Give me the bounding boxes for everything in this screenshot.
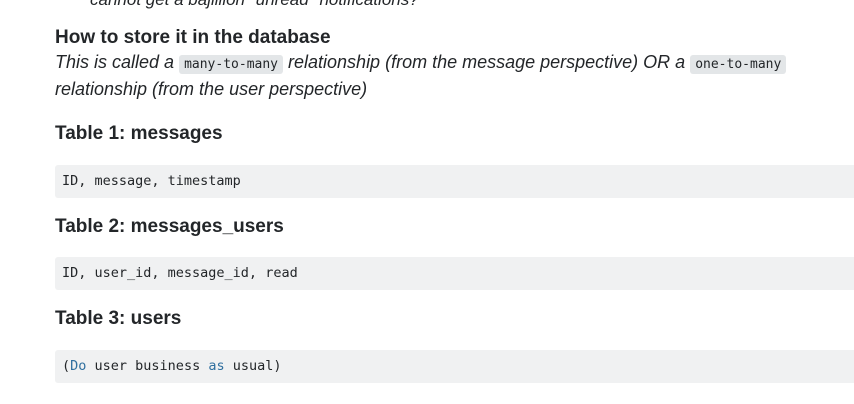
- inline-code-one-to-many: one-to-many: [690, 55, 787, 74]
- truncated-text-line: cannot get a bajillion "unread" notifica…: [90, 0, 419, 10]
- table3-heading: Table 3: users: [55, 308, 182, 329]
- code-end: usual): [224, 358, 282, 374]
- intro-paragraph: This is called a many-to-many relationsh…: [55, 50, 854, 101]
- storage-heading: How to store it in the database: [55, 27, 331, 48]
- code-keyword-as: as: [208, 358, 225, 374]
- storage-section: How to store it in the database This is …: [55, 26, 854, 101]
- table2-code-block: ID, user_id, message_id, read: [55, 257, 854, 290]
- intro-middle: relationship (from the message perspecti…: [288, 52, 686, 72]
- table1-code-block: ID, message, timestamp: [55, 165, 854, 198]
- intro-tail: relationship (from the user perspective): [55, 79, 368, 99]
- code-paren-open: (: [62, 358, 71, 374]
- table3-code-block: (Do user business as usual): [55, 350, 854, 383]
- table2-heading: Table 2: messages_users: [55, 216, 284, 237]
- code-keyword-do: Do: [70, 358, 87, 374]
- inline-code-many-to-many: many-to-many: [179, 55, 283, 74]
- intro-lead: This is called a: [55, 52, 175, 72]
- code-middle: user business: [86, 358, 209, 374]
- table1-heading: Table 1: messages: [55, 123, 223, 144]
